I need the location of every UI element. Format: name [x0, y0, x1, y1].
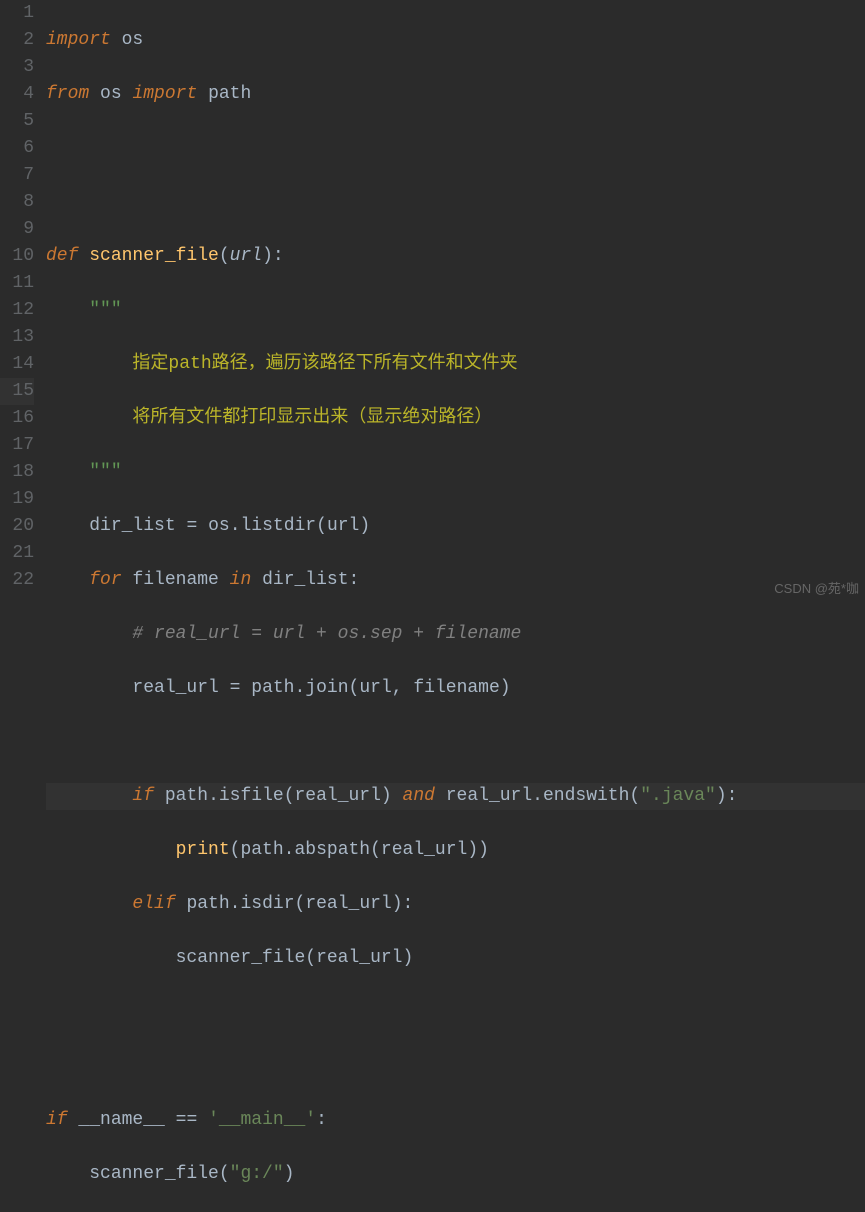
code-line[interactable]: [46, 189, 865, 216]
line-number: 8: [0, 189, 34, 216]
code-line[interactable]: for filename in dir_list:: [46, 567, 865, 594]
code-line[interactable]: # real_url = url + os.sep + filename: [46, 621, 865, 648]
code-line[interactable]: 将所有文件都打印显示出来（显示绝对路径）: [46, 405, 865, 432]
watermark: CSDN @苑*咖: [774, 575, 859, 602]
line-number: 4: [0, 81, 34, 108]
code-line[interactable]: scanner_file("g:/"): [46, 1161, 865, 1188]
line-number: 21: [0, 540, 34, 567]
code-line[interactable]: [46, 135, 865, 162]
code-line[interactable]: """: [46, 459, 865, 486]
code-line[interactable]: dir_list = os.listdir(url): [46, 513, 865, 540]
line-number: 9: [0, 216, 34, 243]
code-line[interactable]: scanner_file(real_url): [46, 945, 865, 972]
code-line[interactable]: 指定path路径，遍历该路径下所有文件和文件夹: [46, 351, 865, 378]
line-number: 17: [0, 432, 34, 459]
code-editor[interactable]: 1 2 3 4 5 6 7 8 9 10 11 12 13 14 15 16 1…: [0, 0, 865, 1212]
code-line[interactable]: print(path.abspath(real_url)): [46, 837, 865, 864]
line-number: 6: [0, 135, 34, 162]
line-number: 5: [0, 108, 34, 135]
line-number: 7: [0, 162, 34, 189]
line-number: 12: [0, 297, 34, 324]
code-line[interactable]: elif path.isdir(real_url):: [46, 891, 865, 918]
line-number: 2: [0, 27, 34, 54]
line-number: 14: [0, 351, 34, 378]
line-number: 10: [0, 243, 34, 270]
line-number: 1: [0, 0, 34, 27]
line-number: 18: [0, 459, 34, 486]
code-line[interactable]: [46, 729, 865, 756]
line-number: 13: [0, 324, 34, 351]
line-number: 3: [0, 54, 34, 81]
line-number: 15: [0, 378, 34, 405]
line-number: 19: [0, 486, 34, 513]
code-line[interactable]: def scanner_file(url):: [46, 243, 865, 270]
code-line[interactable]: from os import path: [46, 81, 865, 108]
code-line[interactable]: if path.isfile(real_url) and real_url.en…: [46, 783, 865, 810]
code-line[interactable]: """: [46, 297, 865, 324]
line-gutter: 1 2 3 4 5 6 7 8 9 10 11 12 13 14 15 16 1…: [0, 0, 46, 1212]
line-number: 11: [0, 270, 34, 297]
line-number: 22: [0, 567, 34, 594]
code-area[interactable]: import os from os import path def scanne…: [46, 0, 865, 1212]
code-line[interactable]: import os: [46, 27, 865, 54]
code-line[interactable]: if __name__ == '__main__':: [46, 1107, 865, 1134]
code-line[interactable]: real_url = path.join(url, filename): [46, 675, 865, 702]
code-line[interactable]: [46, 999, 865, 1026]
code-line[interactable]: [46, 1053, 865, 1080]
line-number: 16: [0, 405, 34, 432]
line-number: 20: [0, 513, 34, 540]
